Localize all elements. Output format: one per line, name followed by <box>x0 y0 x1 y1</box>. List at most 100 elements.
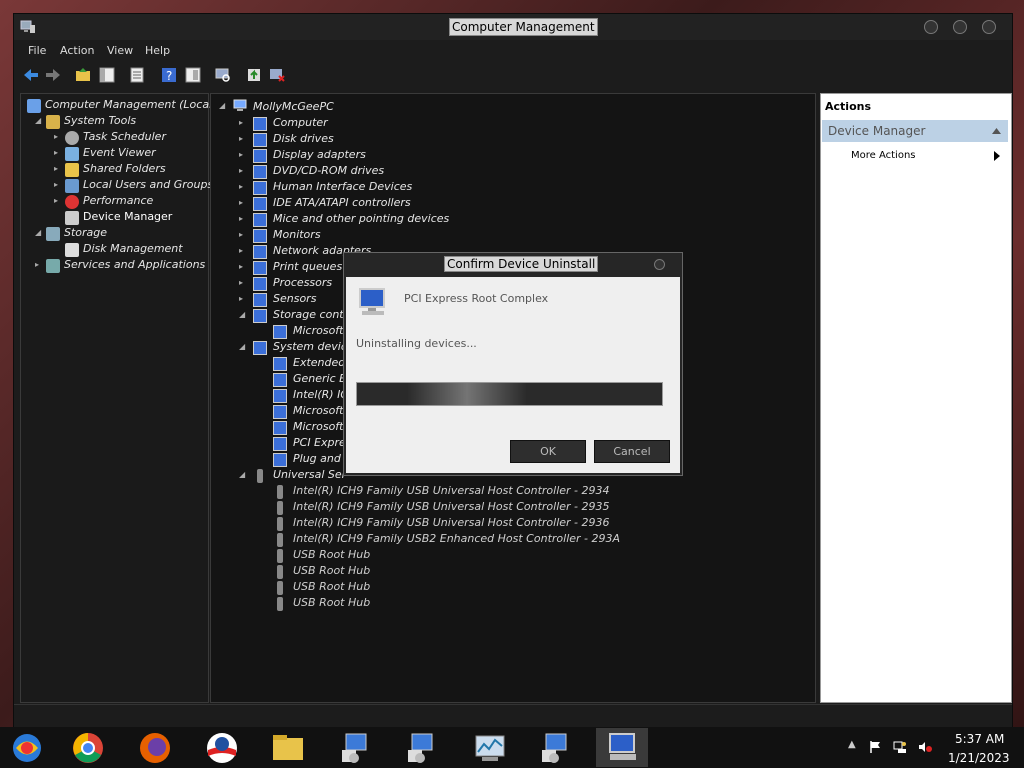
device-tree-item[interactable]: Generic B <box>293 372 347 385</box>
device-tree-item[interactable]: Microsoft <box>293 404 344 417</box>
expand-arrow[interactable]: ▸ <box>239 246 243 255</box>
expand-arrow[interactable]: ▸ <box>54 132 58 141</box>
device-tree-item[interactable]: Sensors <box>273 292 316 305</box>
device-tree-item[interactable]: Mice and other pointing devices <box>273 212 449 225</box>
console-tree-icon[interactable] <box>184 66 202 84</box>
file-explorer-icon[interactable] <box>268 730 308 766</box>
action-center-flag-icon[interactable] <box>868 740 882 754</box>
device-tree-item[interactable]: Intel(R) ICH9 Family USB Universal Host … <box>293 516 610 529</box>
expand-arrow[interactable]: ▸ <box>239 198 243 207</box>
device-tree-item[interactable]: Monitors <box>273 228 321 241</box>
expand-arrow[interactable]: ◢ <box>35 228 41 237</box>
more-actions-link[interactable]: More Actions <box>851 150 916 161</box>
device-tree-item[interactable]: Plug and <box>293 452 341 465</box>
device-tree-item[interactable]: System device <box>273 340 354 353</box>
expand-arrow[interactable]: ▸ <box>239 294 243 303</box>
forward-arrow-icon[interactable] <box>44 66 62 84</box>
maximize-button[interactable] <box>953 20 967 34</box>
device-tree-item[interactable]: USB Root Hub <box>293 596 370 609</box>
close-button[interactable] <box>982 20 996 34</box>
start-button-icon[interactable] <box>8 730 48 766</box>
expand-arrow[interactable]: ◢ <box>219 101 225 110</box>
expand-arrow[interactable]: ▸ <box>239 182 243 191</box>
console-tree-item[interactable]: Event Viewer <box>83 146 156 159</box>
remote-desktop-icon[interactable] <box>402 730 442 766</box>
device-tree-item[interactable]: Storage contr <box>273 308 348 321</box>
device-tree-item[interactable]: Microsoft <box>293 324 344 337</box>
expand-arrow[interactable]: ▸ <box>35 260 39 269</box>
show-hidden-icons-chevron-icon[interactable]: ▲ <box>848 739 856 750</box>
expand-arrow[interactable]: ▸ <box>239 150 243 159</box>
clock-date[interactable]: 1/21/2023 <box>948 751 1010 765</box>
device-tree-item[interactable]: USB Root Hub <box>293 548 370 561</box>
expand-arrow[interactable]: ◢ <box>239 470 245 479</box>
console-tree-item[interactable]: Computer Management (Local) <box>45 98 216 111</box>
device-tree-item[interactable]: Microsoft <box>293 420 344 433</box>
expand-arrow[interactable]: ▸ <box>54 196 58 205</box>
device-tree-item[interactable]: USB Root Hub <box>293 580 370 593</box>
console-tree-item[interactable]: Shared Folders <box>83 162 166 175</box>
device-tree-item[interactable]: IDE ATA/ATAPI controllers <box>273 196 411 209</box>
console-tree-item[interactable]: Storage <box>64 226 107 239</box>
network-icon[interactable] <box>893 740 907 754</box>
expand-arrow[interactable]: ▸ <box>239 214 243 223</box>
expand-arrow[interactable]: ▸ <box>239 230 243 239</box>
device-tree-item[interactable]: Intel(R) ICH9 Family USB Universal Host … <box>293 500 610 513</box>
back-arrow-icon[interactable] <box>22 66 40 84</box>
device-tree-item[interactable]: Extended <box>293 356 345 369</box>
device-tree-item[interactable]: Intel(R) IC <box>293 388 348 401</box>
collapse-arrow-icon[interactable] <box>992 128 1001 134</box>
console-tree-item[interactable]: Task Scheduler <box>83 130 166 143</box>
menu-action[interactable]: Action <box>60 44 94 57</box>
active-taskbar-item[interactable] <box>596 728 648 767</box>
expand-arrow[interactable]: ◢ <box>239 310 245 319</box>
device-tree-item[interactable]: USB Root Hub <box>293 564 370 577</box>
expand-arrow[interactable]: ▸ <box>54 164 58 173</box>
cancel-button[interactable]: Cancel <box>594 440 670 463</box>
expand-arrow[interactable]: ▸ <box>239 166 243 175</box>
expand-arrow[interactable]: ▸ <box>239 118 243 127</box>
expand-arrow[interactable]: ▸ <box>54 180 58 189</box>
device-tree-item[interactable]: DVD/CD-ROM drives <box>273 164 384 177</box>
menu-help[interactable]: Help <box>145 44 170 57</box>
device-tree-item[interactable]: PCI Expre <box>293 436 346 449</box>
performance-monitor-icon[interactable] <box>470 730 510 766</box>
expand-arrow[interactable]: ◢ <box>239 342 245 351</box>
device-tree-item[interactable]: Human Interface Devices <box>273 180 412 193</box>
device-tree-item[interactable]: Computer <box>273 116 328 129</box>
properties-icon[interactable] <box>128 66 146 84</box>
console-tree-item[interactable]: Disk Management <box>83 242 183 255</box>
console-tree-item[interactable]: System Tools <box>64 114 136 127</box>
menu-file[interactable]: File <box>28 44 46 57</box>
firefox-icon[interactable] <box>135 730 175 766</box>
device-tree-item[interactable]: Print queues <box>273 260 342 273</box>
device-tree-root[interactable]: MollyMcGeePC <box>253 100 334 113</box>
expand-arrow[interactable]: ▸ <box>239 134 243 143</box>
update-driver-icon[interactable] <box>246 66 264 84</box>
clock-time[interactable]: 5:37 AM <box>955 732 1004 746</box>
ok-button[interactable]: OK <box>510 440 586 463</box>
up-folder-icon[interactable] <box>74 66 92 84</box>
uninstall-device-icon[interactable] <box>268 66 286 84</box>
expand-arrow[interactable]: ▸ <box>239 262 243 271</box>
chrome-icon[interactable] <box>68 730 108 766</box>
expand-arrow[interactable]: ▸ <box>239 278 243 287</box>
dialog-close-button[interactable] <box>654 259 665 270</box>
console-tree-item[interactable]: Local Users and Groups <box>83 178 213 191</box>
volume-muted-icon[interactable] <box>918 740 932 754</box>
console-tree-item[interactable]: Device Manager <box>83 210 172 223</box>
campaign-logo-icon[interactable] <box>202 730 242 766</box>
minimize-button[interactable] <box>924 20 938 34</box>
device-tree-item[interactable]: Intel(R) ICH9 Family USB2 Enhanced Host … <box>293 532 620 545</box>
device-tree-item[interactable]: Display adapters <box>273 148 366 161</box>
console-tree-item[interactable]: Services and Applications <box>64 258 205 271</box>
scan-hardware-icon[interactable] <box>214 66 232 84</box>
title-bar[interactable]: Computer Management <box>14 14 1012 40</box>
device-tree-item[interactable]: Universal Ser <box>273 468 346 481</box>
confirm-uninstall-dialog[interactable]: Confirm Device Uninstall PCI Express Roo… <box>343 252 683 476</box>
device-tree-item[interactable]: Disk drives <box>273 132 334 145</box>
expand-arrow[interactable]: ◢ <box>35 116 41 125</box>
menu-view[interactable]: View <box>107 44 133 57</box>
expand-arrow[interactable]: ▸ <box>54 148 58 157</box>
device-tree-item[interactable]: Intel(R) ICH9 Family USB Universal Host … <box>293 484 610 497</box>
